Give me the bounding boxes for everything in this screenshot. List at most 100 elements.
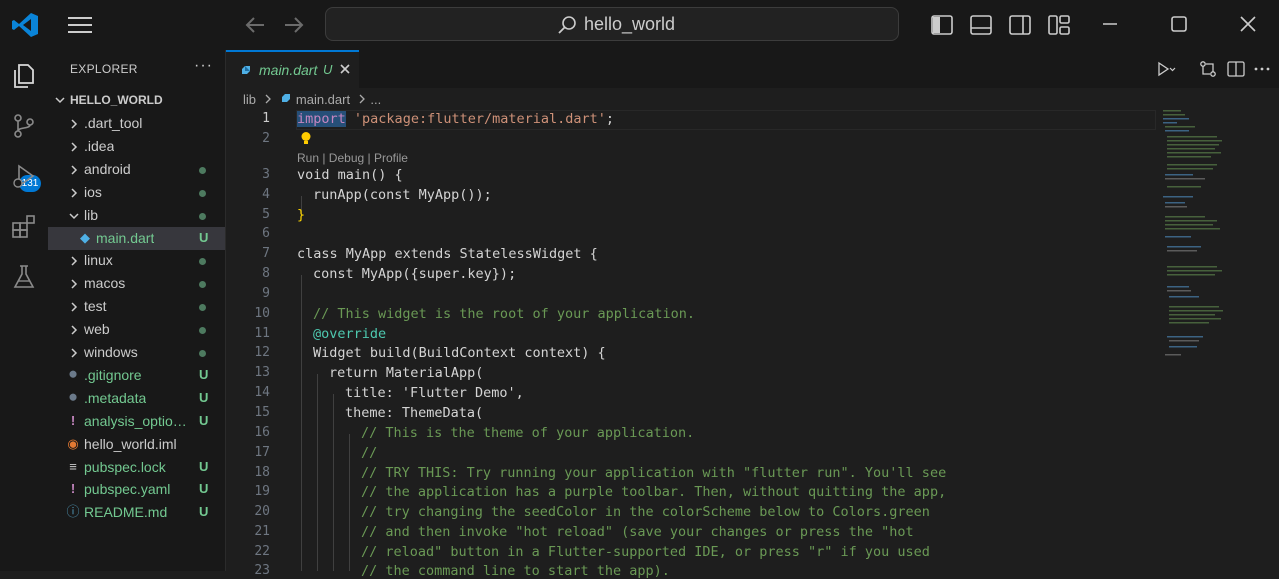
line-number: 2 <box>262 131 270 146</box>
tree-item[interactable]: ⓘ README.md U <box>48 501 225 524</box>
toggle-panel-icon[interactable] <box>969 13 993 37</box>
minimize-icon[interactable] <box>1098 12 1122 36</box>
open-changes-icon[interactable] <box>1198 60 1218 78</box>
close-tab-icon[interactable] <box>338 62 352 76</box>
tree-item[interactable]: linux <box>48 249 225 272</box>
tree-item-label: lib <box>84 206 99 223</box>
tree-item-label: test <box>84 298 107 315</box>
split-editor-icon[interactable] <box>1226 60 1246 78</box>
more-actions-icon[interactable] <box>1252 60 1272 78</box>
code-line-16[interactable]: // This is the theme of your application… <box>361 425 694 441</box>
git-untracked-status: U <box>199 366 209 382</box>
git-untracked-status: U <box>199 229 209 245</box>
minimap[interactable] <box>1161 106 1271 366</box>
chevron-right-icon <box>71 302 78 312</box>
yaml-file-icon: ! <box>70 481 76 497</box>
tree-item[interactable]: ◉ hello_world.iml <box>48 433 225 456</box>
command-center-search[interactable]: hello_world <box>325 7 899 41</box>
codelens-run-debug-profile[interactable]: Run | Debug | Profile <box>297 151 408 165</box>
tree-item[interactable]: android <box>48 158 225 181</box>
line-number: 18 <box>254 465 270 480</box>
code-line-13[interactable]: return MaterialApp( <box>329 365 483 381</box>
line-number: 7 <box>262 246 270 261</box>
tree-item[interactable]: ◆ main.dart U <box>48 226 225 250</box>
code-line-23[interactable]: // the command line to start the app). <box>361 563 670 579</box>
code-line-7[interactable]: class MyApp extends StatelessWidget { <box>297 246 598 262</box>
tree-item[interactable]: test <box>48 295 225 318</box>
code-line-5[interactable]: } <box>297 207 305 223</box>
code-line-10[interactable]: // This widget is the root of your appli… <box>313 306 695 322</box>
tree-item[interactable]: ⬤ .gitignore U <box>48 364 225 387</box>
vscode-logo-icon <box>12 13 38 37</box>
hamburger-menu-icon[interactable] <box>66 14 94 36</box>
info-file-icon: ⓘ <box>66 504 80 520</box>
code-line-3[interactable]: void main() { <box>297 167 403 183</box>
forward-arrow-icon[interactable] <box>281 13 307 37</box>
back-arrow-icon[interactable] <box>242 13 268 37</box>
code-line-15[interactable]: theme: ThemeData( <box>345 405 483 421</box>
testing-icon[interactable] <box>10 263 38 291</box>
tree-item[interactable]: ! pubspec.yaml U <box>48 478 225 501</box>
line-number: 4 <box>262 187 270 202</box>
code-line-21[interactable]: // and then invoke "hot reload" (save yo… <box>361 524 914 540</box>
code-line-12[interactable]: Widget build(BuildContext context) { <box>313 345 606 361</box>
tree-item-label: analysis_options.... <box>84 412 194 429</box>
line-number: 9 <box>262 286 270 301</box>
dart-file-icon <box>282 94 291 102</box>
code-line-22[interactable]: // reload" button in a Flutter-supported… <box>361 544 930 560</box>
code-line-4[interactable]: runApp(const MyApp()); <box>313 187 492 203</box>
tree-item[interactable]: lib <box>48 204 225 227</box>
lightbulb-icon[interactable] <box>300 131 312 146</box>
git-untracked-status: U <box>199 458 209 474</box>
tab-main-dart[interactable]: main.dart U <box>226 50 359 88</box>
code-line-20[interactable]: // try changing the seedColor in the col… <box>361 504 930 520</box>
workspace-root[interactable]: HELLO_WORLD <box>48 90 225 110</box>
editor-scrollbar[interactable] <box>1269 88 1279 571</box>
rss-file-icon: ◉ <box>67 435 79 451</box>
code-line-18[interactable]: // TRY THIS: Try running your applicatio… <box>361 465 946 481</box>
run-debug-icon[interactable] <box>10 162 38 190</box>
explorer-more-actions[interactable]: ··· <box>194 57 213 75</box>
run-dropdown-icon[interactable] <box>1156 60 1176 78</box>
dart-file-icon <box>242 66 250 74</box>
code-line-14[interactable]: title: 'Flutter Demo', <box>345 385 524 401</box>
code-line-19[interactable]: // the application has a purple toolbar.… <box>361 484 946 500</box>
source-control-icon[interactable] <box>10 112 38 140</box>
chevron-down-icon <box>69 213 79 219</box>
tree-item[interactable]: .dart_tool <box>48 112 225 135</box>
tree-item[interactable]: ≡ pubspec.lock U <box>48 456 225 479</box>
tree-item[interactable]: web <box>48 318 225 341</box>
maximize-icon[interactable] <box>1167 12 1191 36</box>
toggle-primary-sidebar-icon[interactable] <box>930 13 954 37</box>
customize-layout-icon[interactable] <box>1047 13 1071 37</box>
git-modified-dot <box>199 258 206 266</box>
toggle-secondary-sidebar-icon[interactable] <box>1008 13 1032 37</box>
explorer-icon[interactable] <box>10 62 38 90</box>
tree-item-label: .metadata <box>84 389 147 406</box>
close-window-icon[interactable] <box>1236 12 1260 36</box>
tree-item[interactable]: macos <box>48 272 225 295</box>
line-number: 16 <box>254 425 270 440</box>
tree-item[interactable]: ⬤ .metadata U <box>48 387 225 410</box>
git-modified-dot <box>199 327 206 335</box>
code-line-8[interactable]: const MyApp({super.key}); <box>313 266 516 282</box>
git-modified-dot <box>199 304 206 312</box>
lock-file-icon: ≡ <box>69 458 77 474</box>
tree-item[interactable]: .idea <box>48 135 225 158</box>
editor-area: main.dart U lib main.dart ... 1234567891… <box>226 50 1279 579</box>
tree-item[interactable]: ios <box>48 181 225 204</box>
search-text: hello_world <box>584 14 676 34</box>
breadcrumb-folder[interactable]: lib <box>243 92 256 107</box>
chevron-right-icon <box>71 119 78 129</box>
code-line-17[interactable]: // <box>361 445 377 461</box>
tree-item[interactable]: ! analysis_options.... U <box>48 410 225 433</box>
extensions-icon[interactable] <box>10 213 38 241</box>
line-number: 11 <box>254 326 270 341</box>
tree-item[interactable]: windows <box>48 341 225 364</box>
search-icon <box>558 16 576 34</box>
breadcrumb-symbol[interactable]: ... <box>370 92 381 107</box>
code-line-1[interactable]: import 'package:flutter/material.dart'; <box>297 111 614 127</box>
breadcrumb-file[interactable]: main.dart <box>296 92 350 107</box>
code-line-11[interactable]: @override <box>313 326 386 342</box>
editor-tabs: main.dart U <box>226 50 1279 88</box>
